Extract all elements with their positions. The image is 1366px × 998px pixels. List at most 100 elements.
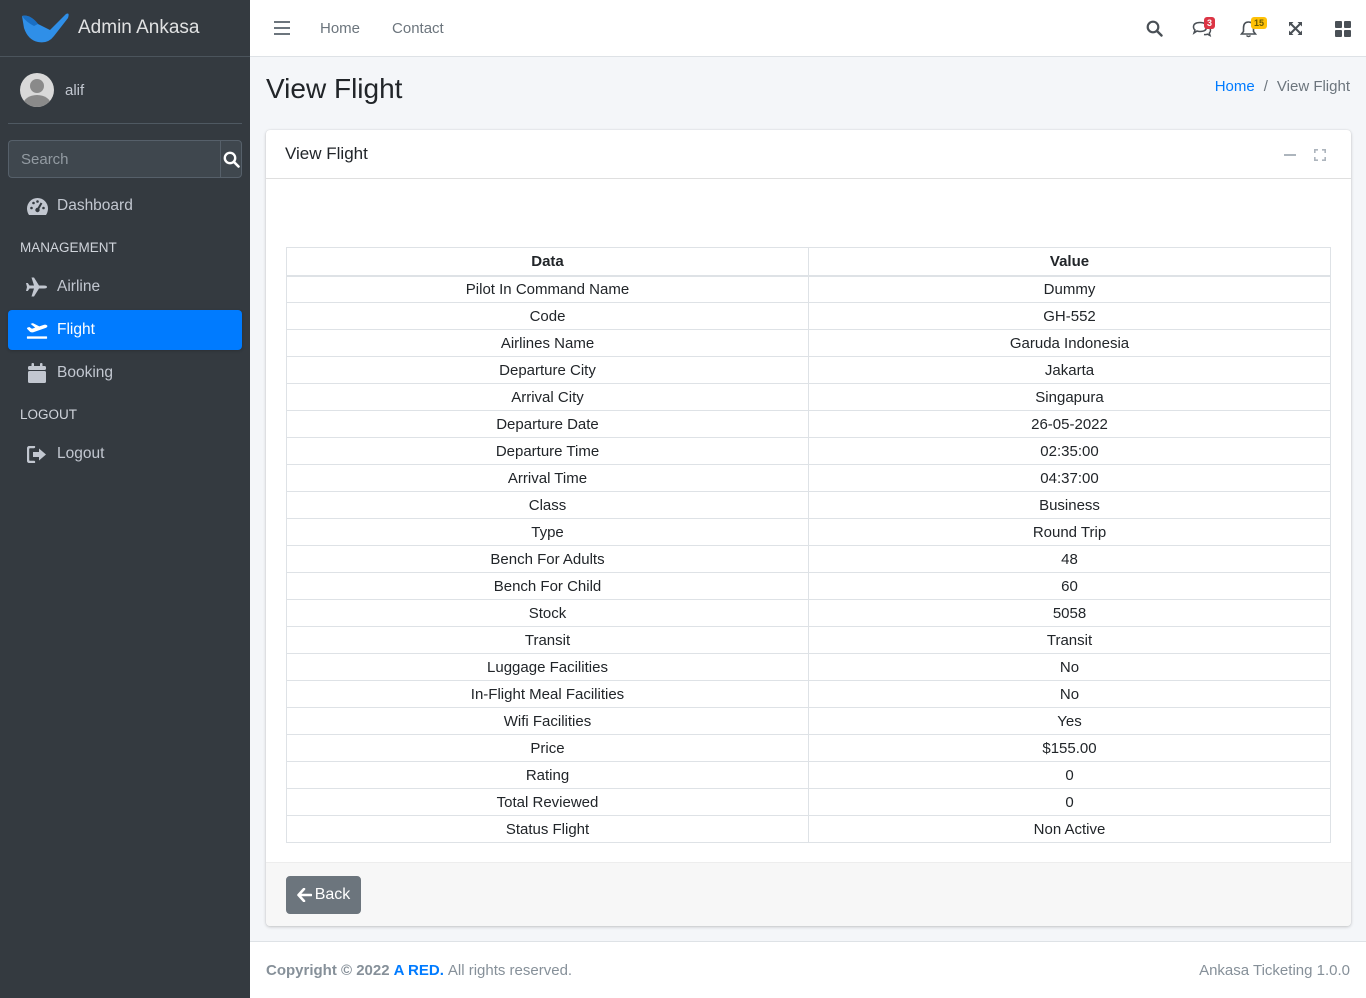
sidebar-search-button[interactable] (220, 140, 242, 178)
card-tools (1275, 130, 1335, 179)
table-row: Luggage Facilities No (286, 653, 1331, 681)
expand-icon (1314, 148, 1326, 161)
notifications-dropdown[interactable]: 15 (1225, 0, 1272, 57)
sidebar-item-dashboard[interactable]: Dashboard (8, 186, 242, 226)
table-cell-data: Type (286, 518, 809, 546)
sidebar-search (8, 140, 242, 178)
maximize-card-button[interactable] (1305, 140, 1335, 170)
column-header-data: Data (286, 247, 809, 277)
sidebar-item-booking[interactable]: Booking (8, 353, 242, 393)
view-flight-card: View Flight Data Value Pilot In Command … (266, 130, 1351, 926)
back-button[interactable]: Back (286, 876, 361, 914)
breadcrumb-home-link[interactable]: Home (1215, 78, 1255, 95)
search-icon (223, 151, 240, 168)
footer-rights: All rights reserved. (447, 961, 573, 979)
nav-header-management: MANAGEMENT (20, 240, 117, 255)
table-cell-data: Bench For Child (286, 572, 809, 600)
table-row: Rating 0 (286, 761, 1331, 789)
table-cell-data: Stock (286, 599, 809, 627)
table-row: Wifi Facilities Yes (286, 707, 1331, 735)
user-panel: alif (8, 57, 242, 124)
nav-link-home[interactable]: Home (320, 20, 360, 37)
main-sidebar: Admin Ankasa alif Dashboard MANAGEMENT (0, 0, 250, 998)
sidebar-item-label: Logout (57, 445, 105, 462)
table-cell-value: Jakarta (808, 356, 1331, 384)
table-row: Code GH-552 (286, 302, 1331, 330)
sidebar-item-label: Flight (57, 321, 95, 338)
sidebar-item-flight[interactable]: Flight (8, 310, 242, 350)
table-cell-value: 02:35:00 (808, 437, 1331, 465)
sidebar-item-label: Booking (57, 364, 114, 381)
brand-logo-icon (22, 13, 69, 43)
table-row: Airlines Name Garuda Indonesia (286, 329, 1331, 357)
table-row: Bench For Child 60 (286, 572, 1331, 600)
nav-header-logout: LOGOUT (20, 407, 78, 422)
search-icon (1146, 20, 1163, 37)
breadcrumb-separator: / (1263, 78, 1268, 95)
table-body: Pilot In Command Name Dummy Code GH-552 Airl… (286, 275, 1331, 843)
sidebar-search-input[interactable] (8, 140, 220, 178)
control-sidebar-button[interactable] (1319, 0, 1366, 57)
table-cell-data: Bench For Adults (286, 545, 809, 573)
brand-link[interactable]: Admin Ankasa (0, 0, 250, 57)
page-title: View Flight (266, 73, 403, 104)
card-title: View Flight (285, 144, 368, 163)
table-cell-value: No (808, 653, 1331, 681)
footer-brand-link[interactable]: A RED. (394, 962, 444, 979)
table-row: Departure Date 26-05-2022 (286, 410, 1331, 438)
table-cell-value: 48 (808, 545, 1331, 573)
table-cell-data: Arrival Time (286, 464, 809, 492)
collapse-card-button[interactable] (1275, 140, 1305, 170)
table-row: Bench For Adults 48 (286, 545, 1331, 573)
th-large-icon (1334, 20, 1351, 37)
table-header-row: Data Value (286, 247, 1331, 277)
sidebar-item-logout[interactable]: Logout (8, 434, 242, 474)
sidebar-nav: Dashboard MANAGEMENT Airline Flight Book… (8, 186, 242, 477)
table-cell-value: Business (808, 491, 1331, 519)
table-cell-data: Rating (286, 761, 809, 789)
table-cell-data: Departure Time (286, 437, 809, 465)
back-button-label: Back (314, 886, 351, 903)
footer-version: Ankasa Ticketing 1.0.0 (1199, 961, 1350, 979)
card-footer: Back (266, 862, 1351, 926)
table-cell-data: In-Flight Meal Facilities (286, 680, 809, 708)
navbar-right: 3 15 (1131, 0, 1366, 57)
table-row: Stock 5058 (286, 599, 1331, 627)
table-cell-data: Status Flight (286, 815, 809, 843)
table-cell-value: Singapura (808, 383, 1331, 411)
table-cell-data: Price (286, 734, 809, 762)
sidebar-item-label: Airline (57, 278, 101, 295)
table-cell-value: Round Trip (808, 518, 1331, 546)
nav-link-contact[interactable]: Contact (392, 20, 444, 37)
table-cell-data: Code (286, 302, 809, 330)
table-cell-data: Wifi Facilities (286, 707, 809, 735)
table-cell-value: Dummy (808, 275, 1331, 303)
table-cell-value: 0 (808, 761, 1331, 789)
avatar (20, 73, 54, 107)
table-cell-value: Garuda Indonesia (808, 329, 1331, 357)
main-footer: Copyright © 2022 A RED. All rights reser… (250, 941, 1366, 998)
table-cell-data: Total Reviewed (286, 788, 809, 816)
card-body: Data Value Pilot In Command Name Dummy Cod… (286, 247, 1331, 843)
table-row: Price $155.00 (286, 734, 1331, 762)
fullscreen-button[interactable] (1272, 0, 1319, 57)
arrow-left-icon (296, 888, 312, 902)
table-row: In-Flight Meal Facilities No (286, 680, 1331, 708)
navbar-search-button[interactable] (1131, 0, 1178, 57)
table-cell-data: Transit (286, 626, 809, 654)
breadcrumb: Home / View Flight (1215, 78, 1350, 95)
table-cell-data: Pilot In Command Name (286, 275, 809, 303)
footer-copyright: Copyright © 2022 (266, 961, 390, 979)
user-name[interactable]: alif (65, 82, 84, 99)
table-cell-value: Yes (808, 707, 1331, 735)
breadcrumb-current: View Flight (1276, 78, 1350, 95)
notifications-badge: 15 (1251, 17, 1268, 29)
messages-dropdown[interactable]: 3 (1178, 0, 1225, 57)
table-row: Type Round Trip (286, 518, 1331, 546)
sidebar-item-airline[interactable]: Airline (8, 267, 242, 307)
minus-icon (1284, 153, 1296, 156)
brand-name: Admin Ankasa (78, 17, 200, 38)
menu-toggle-icon[interactable] (274, 21, 290, 35)
sidebar-item-label: Dashboard (57, 197, 133, 214)
flight-details-table: Data Value Pilot In Command Name Dummy Cod… (286, 247, 1331, 843)
